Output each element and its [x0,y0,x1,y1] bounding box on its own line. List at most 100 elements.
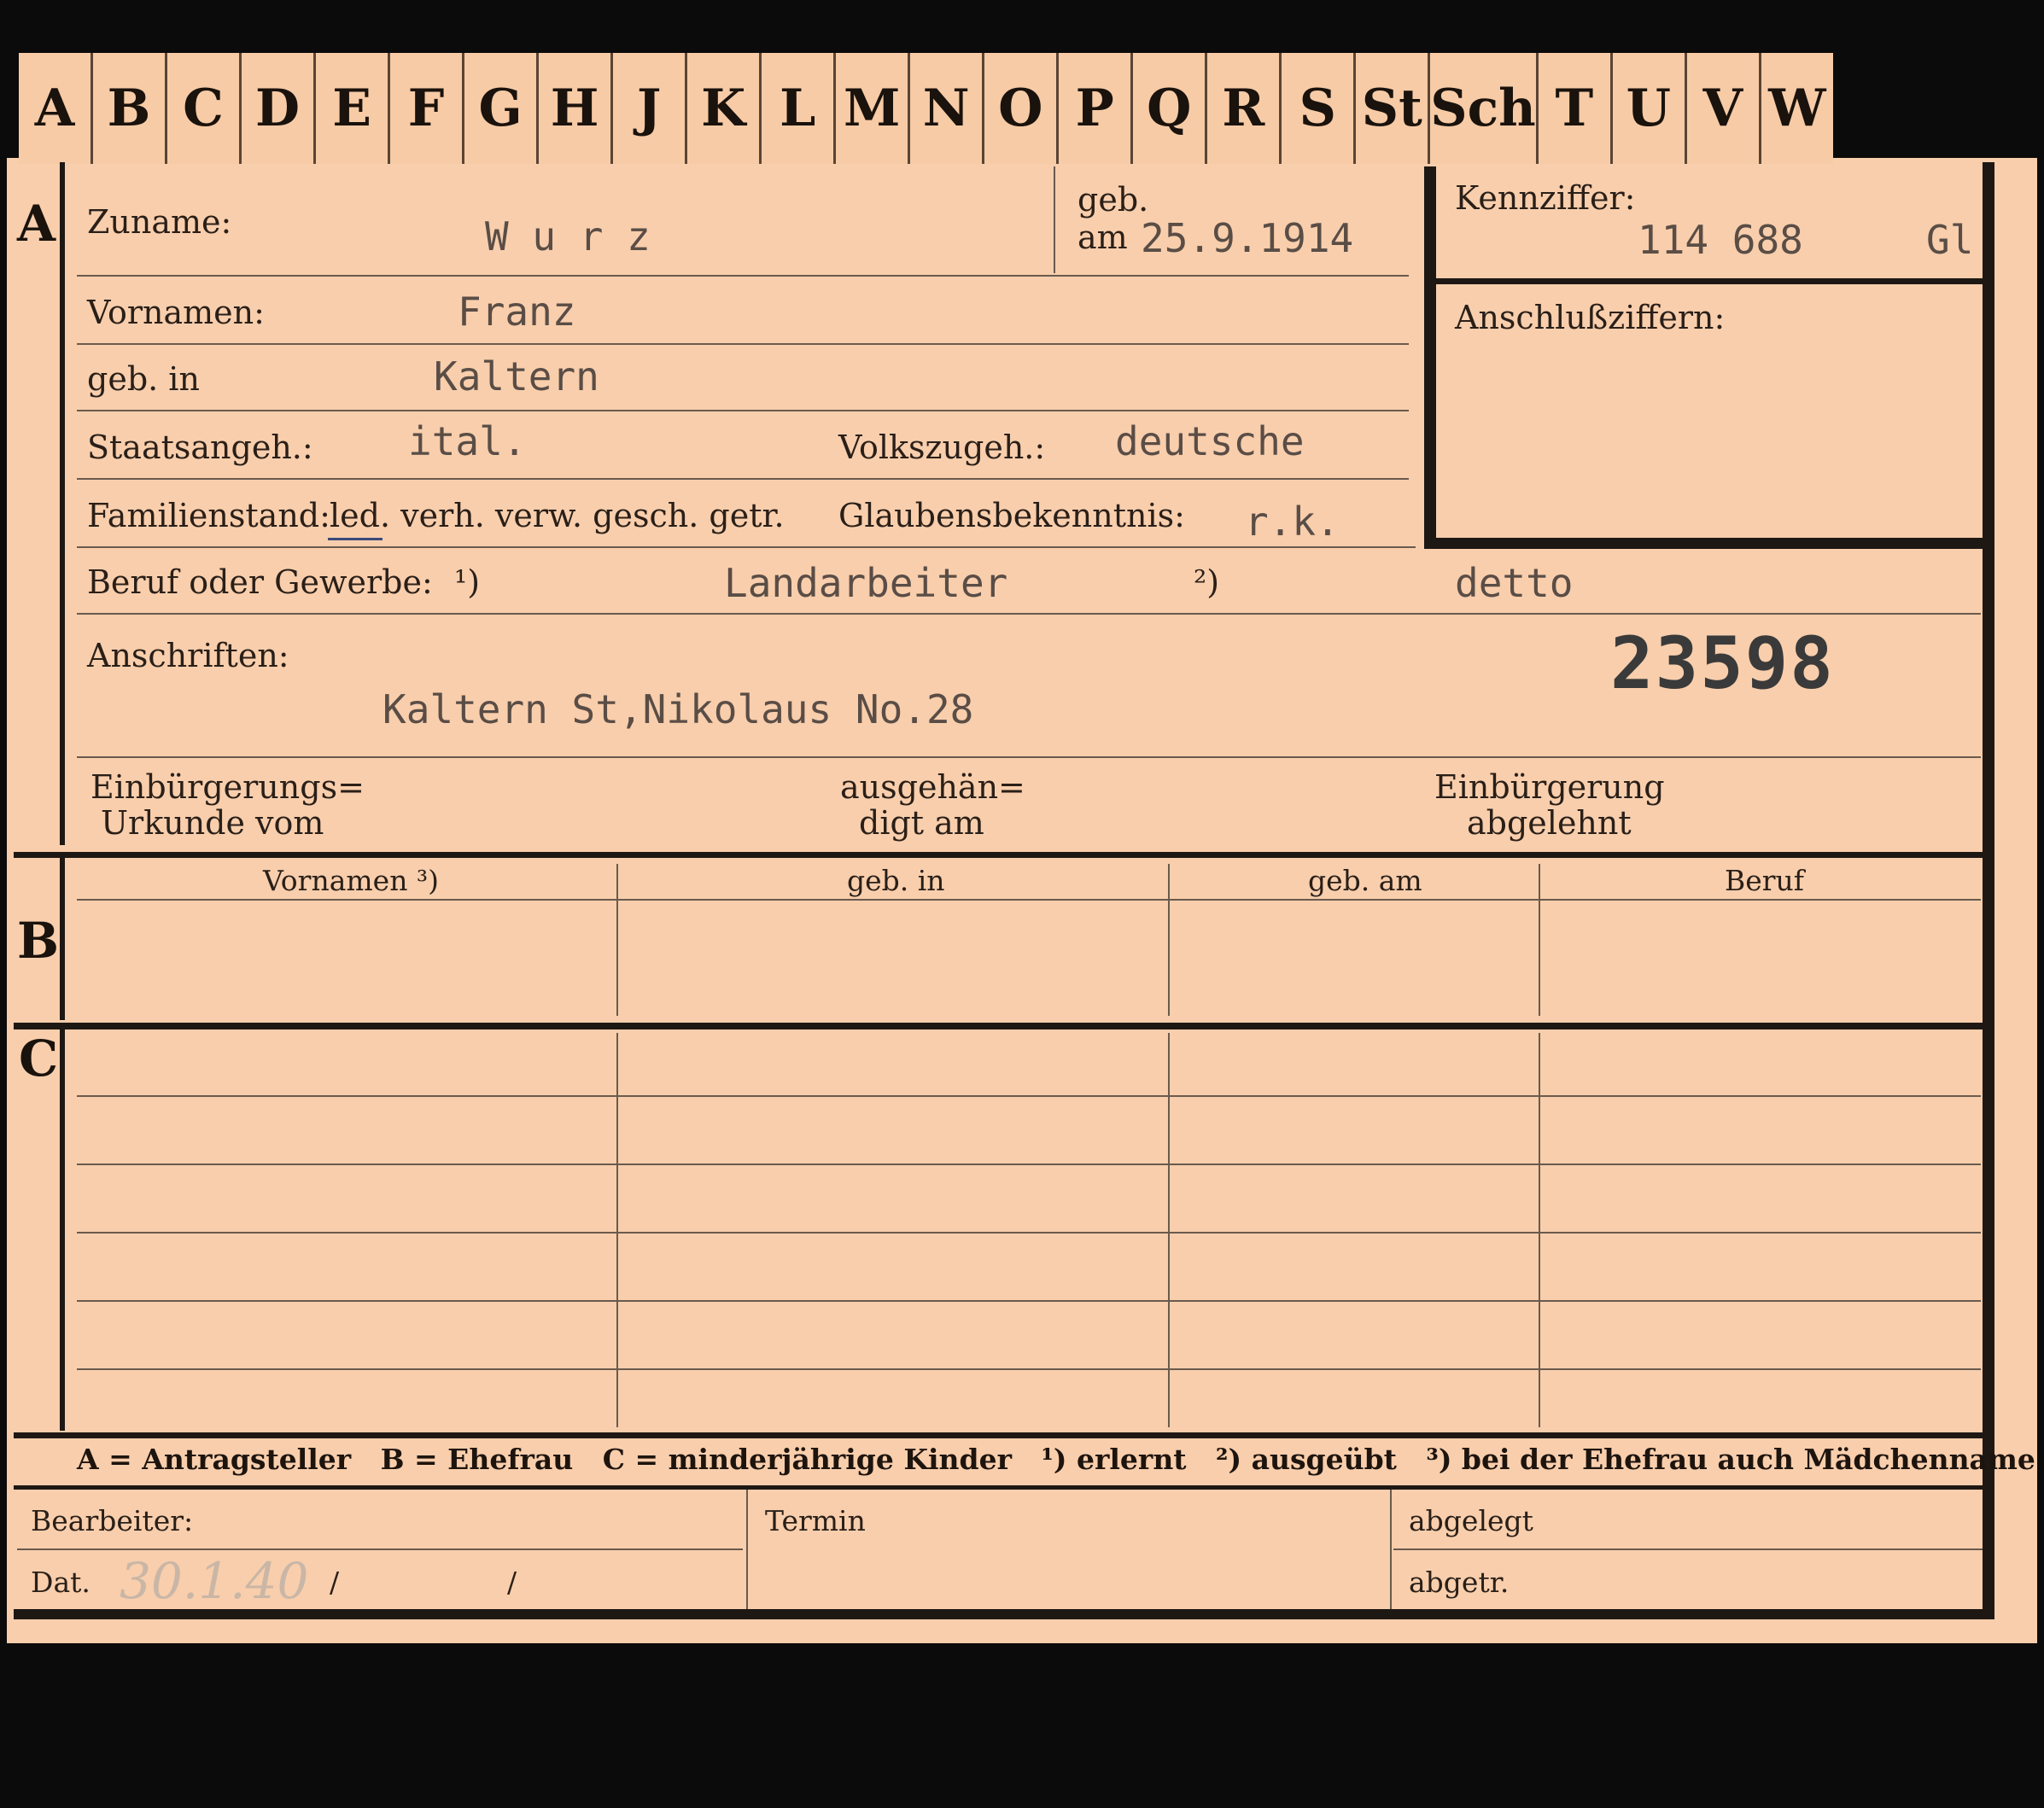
kennziffer-box-left [1424,166,1436,549]
dat-value: 30.1.40 [120,1552,309,1610]
col-header-vornamen: Vornamen ³) [263,864,440,897]
alphabet-tab: K [687,53,762,164]
section-b-marker: B [17,912,60,970]
einb-abgelehnt-label-2: abgelehnt [1467,804,1632,842]
alphabet-tab: Q [1133,53,1208,164]
section-c-top-border [14,1023,1991,1029]
beruf-label: Beruf oder Gewerbe: [87,563,433,601]
children-table-row-line [77,1368,1981,1370]
alphabet-tab: O [984,53,1060,164]
beruf-mark-2: ²) [1194,563,1220,601]
alphabet-tab: P [1059,53,1134,164]
alphabet-tab: T [1539,53,1613,164]
glauben-value: r.k. [1245,499,1340,545]
alphabet-tab: V [1687,53,1761,164]
footer-divider-2 [1390,1490,1392,1609]
beruf-erlernt-value: Landarbeiter [724,560,1008,606]
einb-urkunde-label-1: Einbürgerungs= [91,768,365,806]
alphabet-tab: R [1207,53,1282,164]
alphabet-tab: D [242,53,317,164]
left-border-b [60,858,65,1020]
ausgehaendigt-label-2: digt am [859,804,984,842]
left-border-a [60,162,65,845]
section-b-top-border [14,852,1991,858]
alphabet-tab: Sch [1430,53,1539,164]
legend-text: A = Antragsteller B = Ehefrau C = minder… [77,1443,2035,1476]
children-table-row-line [77,1095,1981,1097]
alphabet-tab: H [539,53,614,164]
rule-bearbeiter [17,1548,743,1550]
col-header-geb-in: geb. in [847,864,945,897]
anschluss-label: Anschlußziffern: [1455,299,1726,336]
abgetr-label: abgetr. [1409,1566,1510,1599]
kennziffer-label: Kennziffer: [1455,179,1636,217]
familienstand-options: led. verh. verw. gesch. getr. [330,497,785,534]
kennziffer-divider [1436,278,1983,284]
einb-abgelehnt-label-1: Einbürgerung [1434,768,1665,806]
alphabet-tab: B [93,53,168,164]
alphabet-tab: A [19,53,94,164]
alphabet-tab: J [613,53,688,164]
volkszugeh-label: Volkszugeh.: [838,429,1046,466]
children-table-row-line [77,1164,1981,1165]
alphabet-tab: E [316,53,391,164]
legend-bottom-border [14,1485,1991,1490]
kennziffer-box-bottom [1424,538,1994,549]
geb-label: geb. [1077,181,1149,219]
glauben-label: Glaubensbekenntnis: [838,497,1185,534]
footer-divider-1 [746,1490,748,1609]
beruf-ausgeuebt-value: detto [1455,560,1574,606]
dat-slash-1: / [330,1566,340,1599]
rule-abgelegt [1393,1548,1983,1550]
alphabet-tab: N [910,53,985,164]
rule-vornamen [77,343,1409,345]
alphabet-tab: St [1356,53,1431,164]
anschriften-value: Kaltern St,Nikolaus No.28 [383,686,974,732]
legend-top-border [14,1432,1991,1438]
alphabet-tab: M [836,53,911,164]
rule-b-header [77,899,1981,901]
familienstand-label: Familienstand: [87,497,330,534]
alphabet-tab: U [1613,53,1687,164]
anschriften-label: Anschriften: [87,637,289,674]
footer-bottom-border [14,1609,1994,1619]
rule-familienstand [77,546,1416,548]
b-col-divider-1 [616,864,618,1016]
children-table-row-line [77,1232,1981,1234]
left-border-c [60,1029,65,1431]
rule-anschriften [77,756,1981,758]
staatsangeh-label: Staatsangeh.: [87,429,313,466]
volkszugeh-value: deutsche [1115,418,1305,464]
familienstand-underline [328,538,383,540]
rule-zuname [77,275,1409,277]
col-header-geb-am: geb. am [1308,864,1422,897]
rule-beruf [77,613,1981,615]
beruf-mark-1: ¹) [454,563,481,601]
kennziffer-suffix: Gl [1926,217,1974,263]
alphabet-tab: C [167,53,242,164]
kennziffer-box-right [1983,162,1994,1618]
geb-in-label: geb. in [87,360,200,398]
zuname-divider [1054,166,1055,273]
section-a-marker: A [17,195,56,253]
kennziffer-value: 114 688 [1638,217,1803,263]
alphabet-tab: F [390,53,465,164]
c-col-divider-2 [1168,1033,1170,1427]
section-c-marker: C [19,1029,59,1088]
alphabet-tab: S [1282,53,1357,164]
b-col-divider-2 [1168,864,1170,1016]
termin-label: Termin [765,1504,866,1537]
dat-slash-2: / [507,1566,517,1599]
geb-am-label: am [1077,219,1128,256]
staatsangeh-value: ital. [408,418,527,464]
bearbeiter-label: Bearbeiter: [31,1504,194,1537]
card-background [7,158,2037,1643]
c-col-divider-3 [1539,1033,1540,1427]
dat-label: Dat. [31,1566,91,1599]
children-table-row-line [77,1300,1981,1302]
alphabet-tab: W [1768,79,1826,138]
b-col-divider-3 [1539,864,1540,1016]
c-col-divider-1 [616,1033,618,1427]
rule-geb-in [77,410,1409,411]
col-header-beruf: Beruf [1725,864,1805,897]
